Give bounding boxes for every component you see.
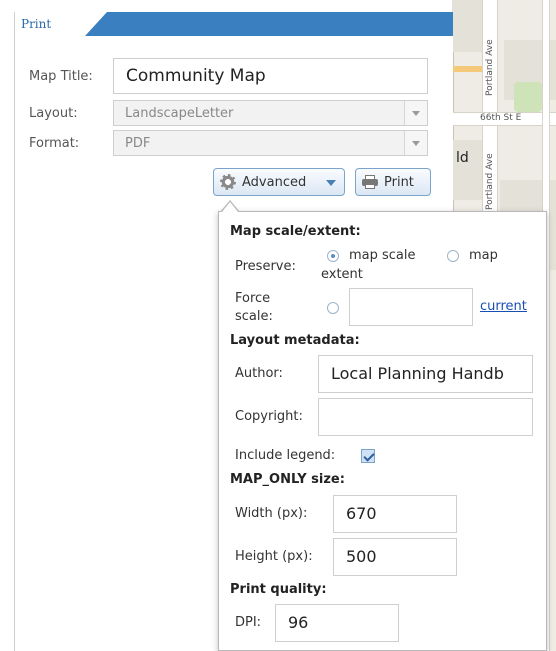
include-legend-label: Include legend: — [235, 448, 336, 463]
map-street-label: Portland Ave — [485, 153, 495, 210]
force-scale-input[interactable] — [349, 288, 473, 326]
advanced-options-popup: Map scale/extent: Preserve: map scale ma… — [218, 211, 547, 651]
author-input[interactable]: Local Planning Handb — [318, 355, 533, 393]
height-label: Height (px): — [235, 549, 313, 564]
tab-print[interactable]: Print — [15, 12, 107, 36]
print-button[interactable]: Print — [355, 168, 431, 196]
printer-icon — [362, 175, 378, 189]
popup-pointer-inner — [221, 202, 239, 213]
include-legend-checkbox[interactable] — [361, 449, 375, 463]
map-title-label: Map Title: — [29, 69, 93, 84]
layout-label: Layout: — [29, 106, 78, 121]
format-select-value: PDF — [125, 136, 151, 151]
dpi-input[interactable]: 96 — [275, 604, 399, 642]
preserve-label: Preserve: — [235, 259, 296, 274]
force-scale-label: Force — [235, 291, 271, 306]
print-quality-heading: Print quality: — [230, 582, 327, 597]
copyright-label: Copyright: — [235, 409, 303, 424]
current-scale-link[interactable]: current — [480, 299, 527, 314]
map-block — [452, 0, 482, 52]
map-title-input[interactable]: Community Map — [113, 58, 428, 94]
copyright-input[interactable] — [318, 398, 533, 436]
advanced-button[interactable]: Advanced — [213, 168, 345, 196]
preserve-map-scale-radio[interactable] — [327, 250, 339, 262]
layout-select[interactable]: LandscapeLetter — [113, 100, 428, 126]
layout-metadata-heading: Layout metadata: — [230, 333, 360, 348]
map-label-fragment: ld — [456, 150, 469, 166]
caret-down-icon — [326, 180, 336, 186]
advanced-button-label: Advanced — [242, 175, 307, 190]
width-input[interactable]: 670 — [333, 495, 457, 533]
map-only-size-heading: MAP_ONLY size: — [230, 472, 345, 487]
force-scale-label-cont: scale: — [235, 309, 273, 324]
format-select[interactable]: PDF — [113, 130, 428, 156]
chevron-down-icon — [404, 101, 427, 125]
gear-icon — [220, 174, 236, 190]
map-street-label: 66th St E — [480, 113, 522, 123]
layout-select-value: LandscapeLetter — [125, 106, 234, 121]
preserve-map-extent-label: map — [469, 248, 498, 263]
map-street-label: Portland Ave — [485, 39, 495, 96]
preserve-map-extent-radio[interactable] — [447, 250, 459, 262]
dpi-label: DPI: — [235, 615, 262, 630]
chevron-down-icon — [404, 131, 427, 155]
map-block — [452, 140, 482, 200]
force-scale-radio[interactable] — [327, 302, 339, 314]
map-scale-heading: Map scale/extent: — [230, 224, 361, 239]
print-button-label: Print — [384, 175, 414, 190]
preserve-map-extent-label-cont: extent — [321, 267, 363, 282]
format-label: Format: — [29, 136, 80, 151]
width-label: Width (px): — [235, 506, 308, 521]
height-input[interactable]: 500 — [333, 538, 457, 576]
tab-print-label: Print — [21, 17, 52, 31]
preserve-map-scale-label: map scale — [349, 248, 416, 263]
map-park — [514, 82, 542, 112]
author-label: Author: — [235, 366, 283, 381]
